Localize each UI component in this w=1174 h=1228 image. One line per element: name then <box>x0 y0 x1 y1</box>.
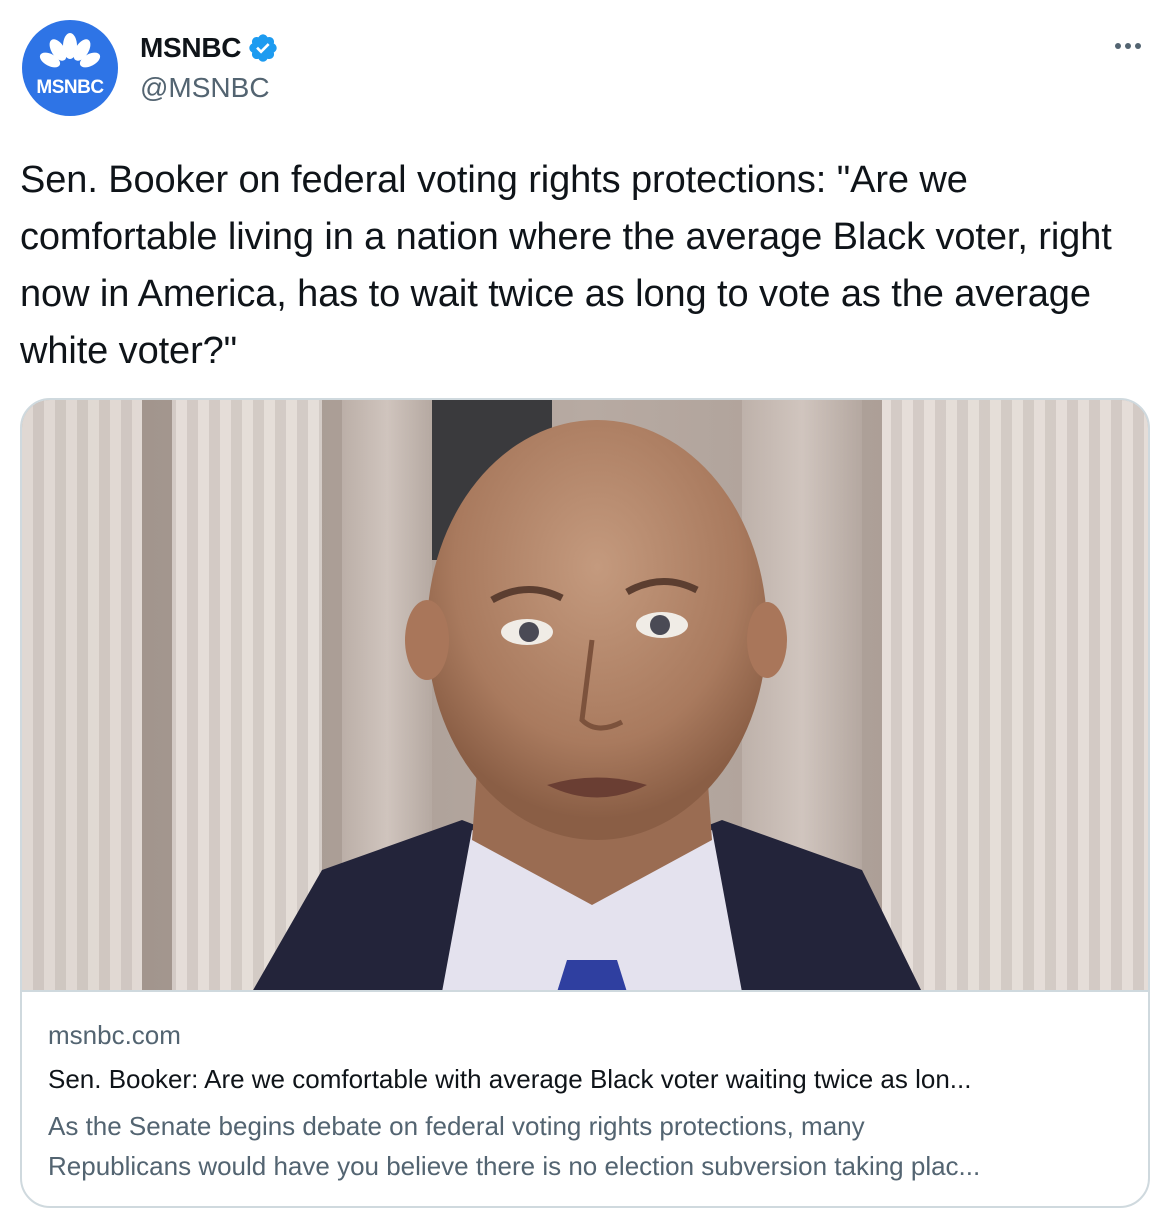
author-display-name[interactable]: MSNBC <box>140 32 241 64</box>
link-card[interactable]: msnbc.com Sen. Booker: Are we comfortabl… <box>20 398 1150 1208</box>
author-name-row: MSNBC <box>140 30 279 66</box>
more-horizontal-icon <box>1115 43 1141 49</box>
more-options-button[interactable] <box>1106 28 1150 64</box>
peacock-logo-icon <box>36 33 104 94</box>
avatar[interactable]: MSNBC <box>22 20 118 116</box>
verified-badge-icon <box>249 34 277 62</box>
card-description: As the Senate begins debate on federal v… <box>48 1106 1128 1186</box>
card-description-line: Republicans would have you believe there… <box>48 1151 981 1181</box>
card-title: Sen. Booker: Are we comfortable with ave… <box>48 1064 972 1094</box>
card-description-line: As the Senate begins debate on federal v… <box>48 1111 865 1141</box>
tweet-text: Sen. Booker on federal voting rights pro… <box>20 159 1112 372</box>
avatar-label: MSNBC <box>36 77 104 98</box>
tweet: MSNBC MSNBC @MSNBC Sen. Booker on federa… <box>0 0 1174 1228</box>
card-image <box>22 400 1148 992</box>
author-handle[interactable]: @MSNBC <box>140 72 270 104</box>
card-domain: msnbc.com <box>48 1020 181 1050</box>
card-divider <box>22 990 1148 992</box>
